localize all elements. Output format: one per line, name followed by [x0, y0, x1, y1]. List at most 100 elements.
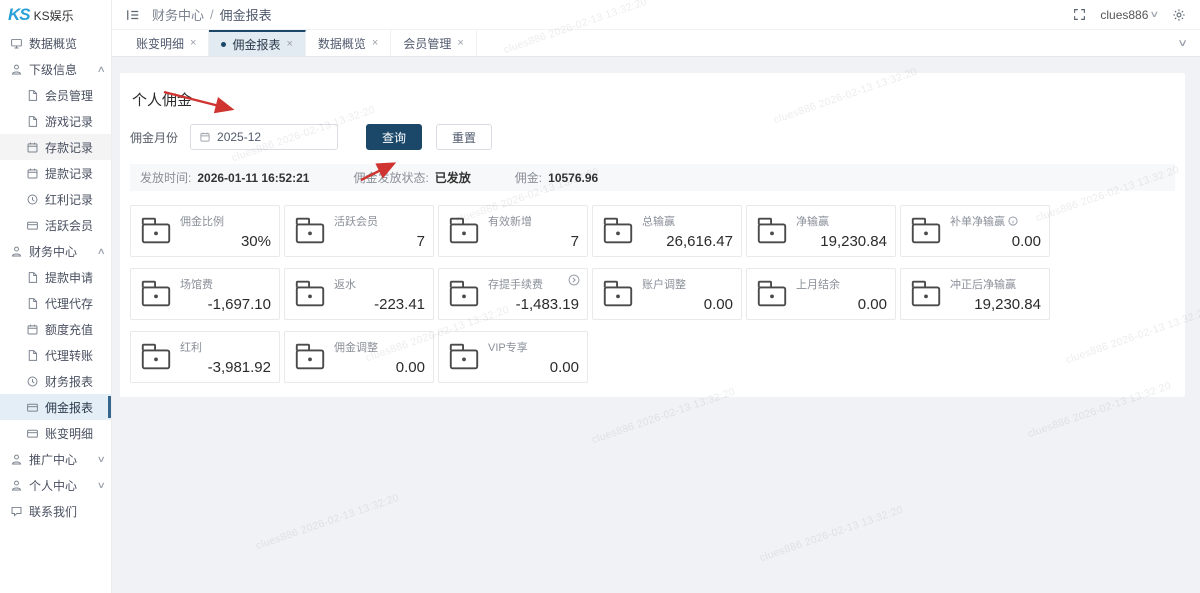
sidebar-item-label: 提款申请: [45, 269, 93, 286]
expand-arrow-icon[interactable]: [568, 274, 580, 286]
card-label: 总输赢: [642, 213, 733, 229]
close-icon[interactable]: ×: [286, 38, 292, 50]
card-label: 佣金比例: [180, 213, 271, 229]
wallet-folder-icon: [909, 215, 943, 250]
status-commission: 佣金:10576.96: [515, 169, 598, 186]
card-label: 补单净输赢: [950, 213, 1041, 229]
wallet-folder-icon: [293, 341, 327, 376]
sidebar-item-label: 红利记录: [45, 191, 93, 208]
wallet-folder-icon: [447, 215, 481, 250]
search-button[interactable]: 查询: [366, 124, 422, 150]
stat-card-venue-fee: 场馆费-1,697.10: [130, 268, 280, 320]
sidebar-item-label: 推广中心: [29, 451, 77, 468]
sidebar-item-label: 活跃会员: [45, 217, 93, 234]
tabs-chevron-down-icon[interactable]: ∨: [1177, 38, 1188, 49]
tab-data-overview[interactable]: 数据概览 ×: [306, 30, 391, 56]
card-label: VIP专享: [488, 339, 579, 355]
sidebar-item-label: 代理代存: [45, 295, 93, 312]
sidebar-item-agent-transfer[interactable]: 代理转账: [0, 342, 111, 368]
sidebar-item-promotion-center[interactable]: 推广中心∨: [0, 446, 111, 472]
tab-label: 账变明细: [136, 35, 184, 52]
sidebar-item-withdraw-apply[interactable]: 提款申请: [0, 264, 111, 290]
app-root: KS KS娱乐 数据概览下级信息∧会员管理游戏记录存款记录提款记录红利记录活跃会…: [0, 0, 1200, 593]
gear-icon[interactable]: [1172, 8, 1186, 22]
card-value: -3,981.92: [180, 359, 271, 376]
sidebar-item-label: 游戏记录: [45, 113, 93, 130]
sidebar-item-finance-report[interactable]: 财务报表: [0, 368, 111, 394]
tab-commission-report[interactable]: 佣金报表 ×: [209, 30, 305, 56]
chevron-up-icon: ∧: [97, 246, 106, 257]
sidebar-item-deposit-records[interactable]: 存款记录: [0, 134, 111, 160]
main-area: 财务中心 / 佣金报表 clues886 ∨ 账变明细×佣金报表×数据概览×会员…: [112, 0, 1200, 593]
stat-card-total-winloss: 总输赢26,616.47: [592, 205, 742, 257]
active-tab-dot: [221, 42, 226, 47]
sidebar-item-agent-deposit[interactable]: 代理代存: [0, 290, 111, 316]
sidebar-item-account-changes[interactable]: 账变明细: [0, 420, 111, 446]
sidebar-fold-icon[interactable]: [126, 8, 140, 22]
breadcrumb-parent[interactable]: 财务中心: [152, 5, 204, 24]
sidebar-item-personal-center[interactable]: 个人中心 ∨: [0, 472, 111, 498]
sidebar-nav: 数据概览下级信息∧ 会员管理游戏记录存款记录提款记录红利记录活跃会员财务中心 ∧ 提款…: [0, 30, 111, 524]
info-icon[interactable]: [1008, 216, 1018, 226]
stat-card-deposit-withdraw-fee[interactable]: 存提手续费-1,483.19: [438, 268, 588, 320]
chevron-down-icon: ∨: [1150, 9, 1160, 20]
chevron-up-icon: ∧: [97, 64, 106, 75]
chevron-down-icon: ∨: [97, 480, 106, 491]
wallet-folder-icon: [293, 215, 327, 250]
reset-button[interactable]: 重置: [436, 124, 492, 150]
calendar-icon: [199, 131, 211, 143]
wallet-folder-icon: [447, 278, 481, 313]
sidebar-item-label: 个人中心: [29, 477, 77, 494]
sidebar-item-label: 账变明细: [45, 425, 93, 442]
wallet-folder-icon: [909, 278, 943, 313]
card-label: 佣金调整: [334, 339, 425, 355]
card-value: 19,230.84: [796, 233, 887, 250]
sidebar-item-finance-center[interactable]: 财务中心 ∧: [0, 238, 111, 264]
content-area: 个人佣金 佣金月份 2025-12 查询 重置 发放时间:2026-01-11 …: [112, 57, 1200, 593]
close-icon[interactable]: ×: [457, 37, 463, 49]
card-label: 活跃会员: [334, 213, 425, 229]
sidebar-item-bonus-records[interactable]: 红利记录: [0, 186, 111, 212]
sidebar-item-data-overview[interactable]: 数据概览: [0, 30, 111, 56]
close-icon[interactable]: ×: [372, 37, 378, 49]
cards-grid: 佣金比例30%活跃会员7有效新增7总输赢26,616.47净输赢19,230.8…: [130, 205, 1175, 383]
month-picker-input[interactable]: 2025-12: [190, 124, 338, 150]
logo-icon: KS: [8, 5, 30, 25]
card-value: 0.00: [334, 359, 425, 376]
user-icon: [10, 245, 23, 258]
sidebar-item-label: 联系我们: [29, 503, 77, 520]
fullscreen-icon[interactable]: [1073, 8, 1086, 21]
tabs-container: 账变明细×佣金报表×数据概览×会员管理×: [124, 30, 477, 56]
card-icon: [26, 427, 39, 440]
stat-card-valid-new: 有效新增7: [438, 205, 588, 257]
tab-label: 数据概览: [318, 35, 366, 52]
sidebar-item-commission-report[interactable]: 佣金报表: [0, 394, 111, 420]
sidebar-item-label: 会员管理: [45, 87, 93, 104]
sidebar-item-label: 财务报表: [45, 373, 93, 390]
tab-label: 佣金报表: [232, 36, 280, 53]
card-value: 0.00: [796, 296, 887, 313]
stat-card-corrected-net-winloss: 冲正后净输赢19,230.84: [900, 268, 1050, 320]
sidebar-item-withdraw-records[interactable]: 提款记录: [0, 160, 111, 186]
sidebar-item-label: 财务中心: [29, 243, 77, 260]
sidebar-item-quota-recharge[interactable]: 额度充值: [0, 316, 111, 342]
user-menu[interactable]: clues886 ∨: [1100, 8, 1158, 22]
sidebar-item-active-members[interactable]: 活跃会员: [0, 212, 111, 238]
calendar-icon: [26, 167, 39, 180]
tab-account-changes[interactable]: 账变明细 ×: [124, 30, 209, 56]
sidebar-item-game-records[interactable]: 游戏记录: [0, 108, 111, 134]
card-label: 净输赢: [796, 213, 887, 229]
wallet-folder-icon: [755, 278, 789, 313]
sidebar-item-contact-us[interactable]: 联系我们: [0, 498, 111, 524]
close-icon[interactable]: ×: [190, 37, 196, 49]
card-label: 有效新增: [488, 213, 579, 229]
sidebar-item-label: 代理转账: [45, 347, 93, 364]
card-value: 0.00: [950, 233, 1041, 250]
sidebar-item-sub-info[interactable]: 下级信息∧: [0, 56, 111, 82]
card-value: 0.00: [642, 296, 733, 313]
sidebar-item-member-mgmt[interactable]: 会员管理: [0, 82, 111, 108]
card-value: 30%: [180, 233, 271, 250]
logo[interactable]: KS KS娱乐: [0, 0, 111, 30]
tab-member-mgmt[interactable]: 会员管理×: [391, 30, 476, 56]
wallet-folder-icon: [601, 278, 635, 313]
